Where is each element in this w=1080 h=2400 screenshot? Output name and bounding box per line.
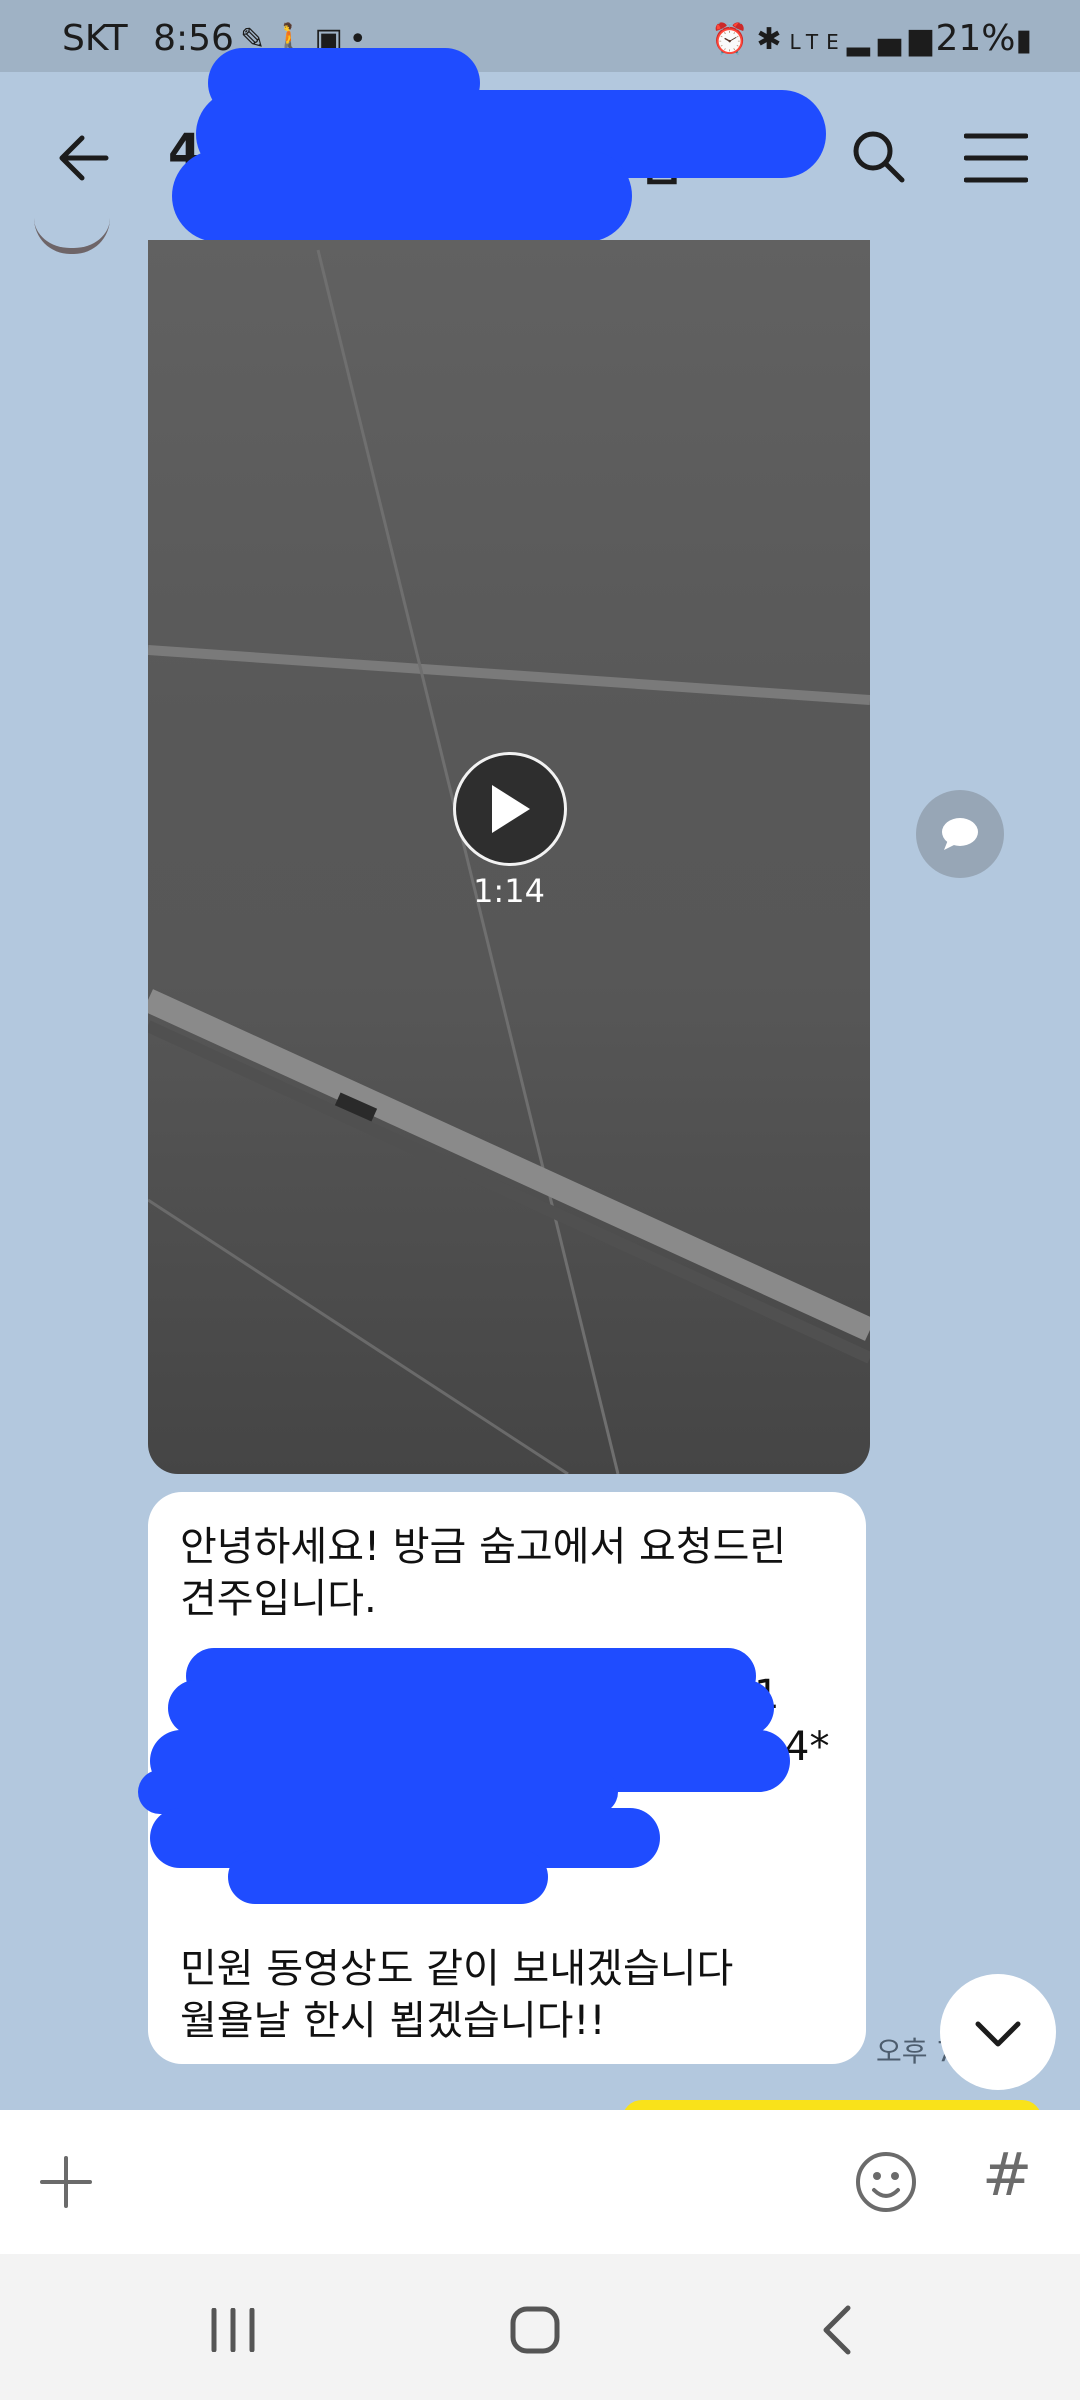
message-line: 월욜날 한시 뵙겠습니다!! xyxy=(180,1998,606,2044)
message-line: 견주입니다. xyxy=(180,1576,377,1622)
nav-back-icon[interactable] xyxy=(818,2304,854,2356)
system-icons: ⏰✱LTE▂▄▆ xyxy=(711,22,940,57)
message-line-partial: 4* xyxy=(784,1724,830,1770)
carrier-label: SKT xyxy=(62,18,128,59)
lte-icon: LTE xyxy=(789,30,847,54)
chevron-down-icon xyxy=(975,2021,1021,2047)
emoji-icon[interactable] xyxy=(854,2150,918,2214)
share-button[interactable] xyxy=(916,790,1004,878)
redaction-mark xyxy=(228,1850,548,1904)
video-message[interactable]: 1:14 xyxy=(148,240,870,1474)
redaction-mark xyxy=(168,1680,774,1736)
search-icon[interactable] xyxy=(850,128,906,184)
system-nav-bar xyxy=(0,2254,1080,2400)
status-left: SKT 8:56 xyxy=(62,18,234,59)
scroll-to-bottom-button[interactable] xyxy=(940,1974,1056,2090)
avatar[interactable] xyxy=(34,218,110,254)
hashtag-button[interactable]: # xyxy=(982,2140,1032,2210)
chat-bubble-icon xyxy=(942,818,978,850)
clock-label: 8:56 xyxy=(153,18,234,59)
recents-icon[interactable] xyxy=(208,2308,258,2352)
status-bar: SKT 8:56 ✎🚶▣• ⏰✱LTE▂▄▆ 21%▮ xyxy=(0,0,1080,72)
battery-indicator: 21%▮ xyxy=(935,18,1032,59)
message-line: 안녕하세요! 방금 숨고에서 요청드린 xyxy=(180,1524,787,1570)
play-icon xyxy=(492,785,530,833)
redaction-mark xyxy=(172,150,632,242)
message-input-bar[interactable]: # xyxy=(0,2110,1080,2254)
menu-icon[interactable] xyxy=(964,132,1028,184)
play-button[interactable] xyxy=(453,752,567,866)
back-arrow-icon[interactable] xyxy=(56,128,116,188)
home-icon[interactable] xyxy=(510,2306,560,2354)
battery-label: 21% xyxy=(935,18,1016,59)
signal-icon: ▂▄▆ xyxy=(846,22,940,57)
alarm-icon: ⏰ xyxy=(711,22,757,57)
video-duration: 1:14 xyxy=(473,872,545,910)
battery-icon: ▮ xyxy=(1015,23,1032,58)
plus-icon[interactable] xyxy=(38,2154,94,2210)
bluetooth-icon: ✱ xyxy=(756,22,790,57)
message-line: 민원 동영상도 같이 보내겠습니다 xyxy=(180,1946,734,1992)
